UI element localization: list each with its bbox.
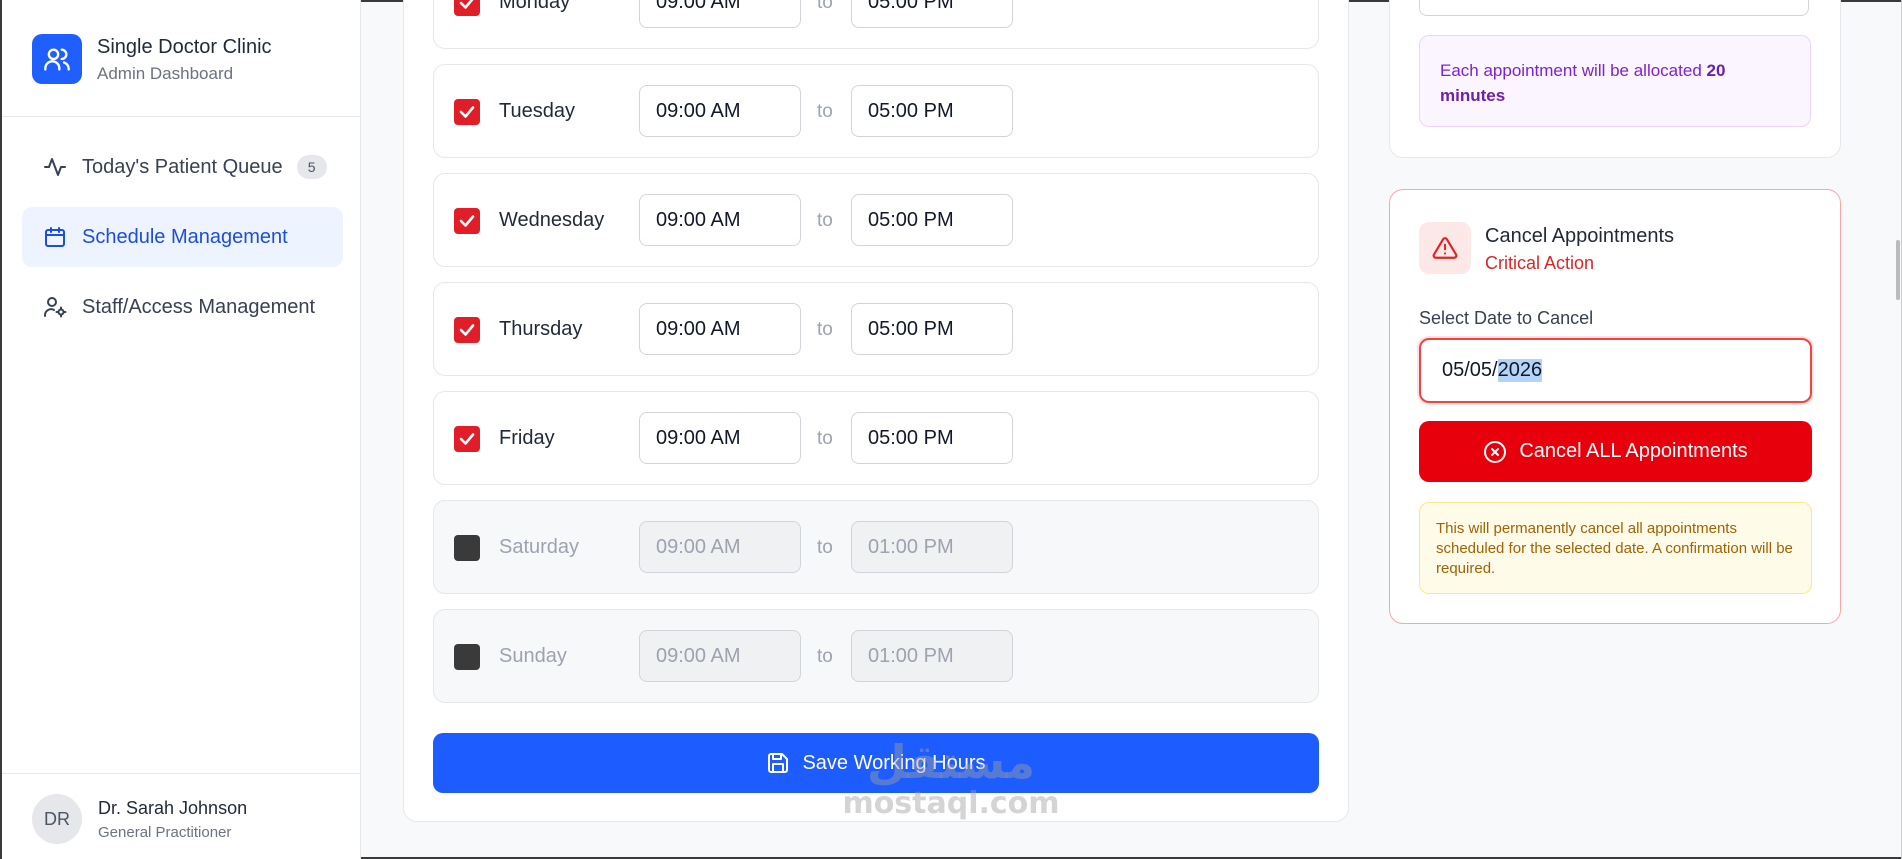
cancel-card-title: Cancel Appointments (1485, 225, 1675, 247)
day-row-friday: Friday 09:00 AM to 05:00 PM (433, 391, 1319, 485)
cancel-warning-note: This will permanently cancel all appoint… (1419, 502, 1812, 594)
day-enabled-checkbox[interactable] (454, 208, 480, 234)
end-time-input[interactable]: 05:00 PM (851, 194, 1013, 246)
day-name: Monday (499, 0, 571, 13)
start-time-input[interactable]: 09:00 AM (639, 521, 801, 573)
brand-subtitle: Admin Dashboard (97, 64, 234, 83)
to-label: to (817, 0, 833, 13)
sidebar-item-label: Schedule Management (82, 225, 288, 248)
start-time-input[interactable]: 09:00 AM (639, 0, 801, 28)
sidebar-item-schedule-management[interactable]: Schedule Management (22, 207, 343, 267)
day-row-wednesday: Wednesday 09:00 AM to 05:00 PM (433, 173, 1319, 267)
day-name: Sunday (499, 645, 567, 667)
end-time-input[interactable]: 05:00 PM (851, 0, 1013, 28)
end-time-input[interactable]: 05:00 PM (851, 412, 1013, 464)
day-enabled-checkbox[interactable] (454, 644, 480, 670)
brand-header: Single Doctor Clinic Admin Dashboard (2, 0, 361, 117)
to-label: to (817, 428, 833, 449)
cancel-date-input[interactable]: 05/05/2026 (1419, 338, 1812, 403)
day-row-tuesday: Tuesday 09:00 AM to 05:00 PM (433, 64, 1319, 158)
day-row-monday: Monday 09:00 AM to 05:00 PM (433, 0, 1319, 49)
user-name: Dr. Sarah Johnson (98, 798, 248, 818)
start-time-input[interactable]: 09:00 AM (639, 630, 801, 682)
to-label: to (817, 210, 833, 231)
x-circle-icon (1483, 440, 1507, 464)
day-name: Saturday (499, 536, 580, 558)
sidebar: Single Doctor Clinic Admin Dashboard Tod… (2, 0, 361, 859)
day-row-saturday: Saturday 09:00 AM to 01:00 PM (433, 500, 1319, 594)
cancel-date-label: Select Date to Cancel (1419, 308, 1594, 328)
cancel-button-label: Cancel ALL Appointments (1519, 440, 1748, 462)
selected-year-text: 2026 (1497, 359, 1543, 382)
duration-select[interactable] (1419, 0, 1809, 16)
activity-icon (42, 154, 68, 180)
day-enabled-checkbox[interactable] (454, 99, 480, 125)
day-enabled-checkbox[interactable] (454, 535, 480, 561)
to-label: to (817, 646, 833, 667)
day-row-thursday: Thursday 09:00 AM to 05:00 PM (433, 282, 1319, 376)
day-enabled-checkbox[interactable] (454, 0, 480, 16)
queue-count-badge: 5 (296, 155, 327, 179)
to-label: to (817, 101, 833, 122)
day-enabled-checkbox[interactable] (454, 426, 480, 452)
start-time-input[interactable]: 09:00 AM (639, 412, 801, 464)
end-time-input[interactable]: 01:00 PM (851, 630, 1013, 682)
sidebar-item-label: Today's Patient Queue (82, 155, 283, 178)
user-role: General Practitioner (98, 824, 232, 841)
cancel-all-appointments-button[interactable]: Cancel ALL Appointments (1419, 421, 1812, 482)
save-button-label: Save Working Hours (802, 751, 986, 774)
start-time-input[interactable]: 09:00 AM (639, 194, 801, 246)
to-label: to (817, 537, 833, 558)
sidebar-item-patient-queue[interactable]: Today's Patient Queue 5 (22, 137, 343, 197)
end-time-input[interactable]: 01:00 PM (851, 521, 1013, 573)
day-name: Wednesday (499, 209, 605, 231)
brand-title: Single Doctor Clinic (97, 36, 272, 58)
end-time-input[interactable]: 05:00 PM (851, 85, 1013, 137)
warning-triangle-icon (1419, 222, 1471, 274)
scrollbar-thumb[interactable] (1896, 240, 1900, 300)
day-row-sunday: Sunday 09:00 AM to 01:00 PM (433, 609, 1319, 703)
day-name: Tuesday (499, 100, 575, 122)
user-gear-icon (42, 294, 68, 320)
sidebar-item-staff-access[interactable]: Staff/Access Management (22, 277, 343, 337)
duration-note: Each appointment will be allocated 20 mi… (1419, 35, 1811, 127)
day-name: Thursday (499, 318, 583, 340)
day-name: Friday (499, 427, 555, 449)
save-working-hours-button[interactable]: Save Working Hours (433, 733, 1319, 793)
users-icon (32, 34, 82, 84)
start-time-input[interactable]: 09:00 AM (639, 85, 801, 137)
user-profile[interactable]: DR Dr. Sarah Johnson General Practitione… (2, 773, 361, 859)
end-time-input[interactable]: 05:00 PM (851, 303, 1013, 355)
avatar: DR (32, 794, 82, 844)
calendar-icon (42, 224, 68, 250)
cancel-card-subtitle: Critical Action (1485, 253, 1595, 273)
start-time-input[interactable]: 09:00 AM (639, 303, 801, 355)
to-label: to (817, 319, 833, 340)
save-icon (766, 751, 790, 775)
sidebar-item-label: Staff/Access Management (82, 295, 316, 318)
day-enabled-checkbox[interactable] (454, 317, 480, 343)
